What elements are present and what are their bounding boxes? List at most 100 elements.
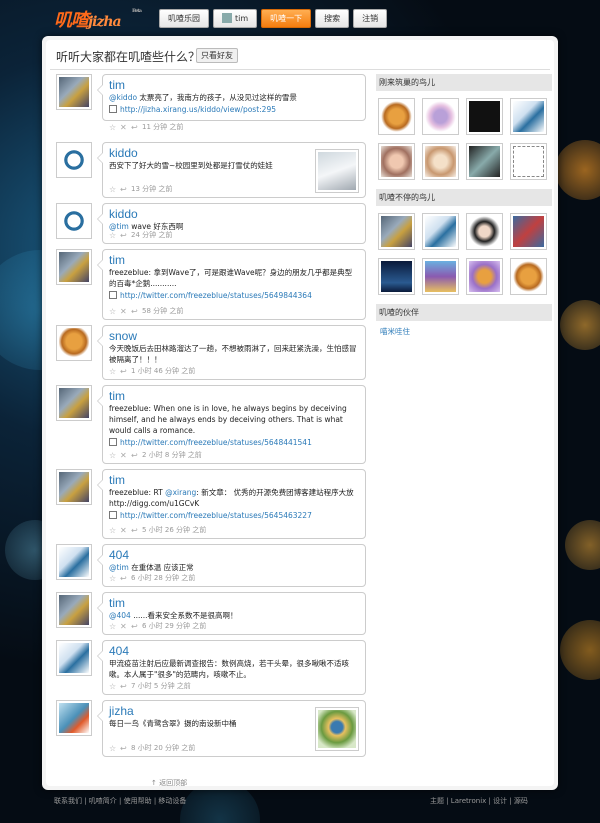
- feed-item: tim @404 ......看来安全系数不是很高啊！ ☆ ✕ ↩ 6 小时 29 分…: [56, 592, 366, 635]
- reply-icon[interactable]: ↩: [131, 452, 139, 460]
- avatar[interactable]: [56, 142, 92, 178]
- post-meta: ☆ ✕ ↩ 2 小时 8 分钟 之前: [109, 450, 202, 460]
- post-time: 24 分钟 之前: [131, 231, 173, 239]
- user-avatar[interactable]: [422, 213, 459, 250]
- feed-item: snow 今天晚饭后去田林路溜达了一趟，不想被雨淋了，回来赶紧洗澡，生怕感冒被隔…: [56, 325, 366, 380]
- post-time: 6 小时 28 分钟 之前: [131, 574, 196, 582]
- post-username[interactable]: 404: [109, 644, 359, 658]
- user-avatar[interactable]: [466, 258, 503, 295]
- nav-profile[interactable]: tim: [213, 9, 258, 28]
- user-avatar[interactable]: [422, 98, 459, 135]
- post-username[interactable]: 404: [109, 548, 359, 562]
- reply-icon[interactable]: ↩: [131, 527, 139, 535]
- mention-link[interactable]: @xirang: [165, 488, 196, 497]
- mention-link[interactable]: @kiddo: [109, 93, 137, 102]
- logo[interactable]: 叽喳jizha Beta: [54, 6, 154, 31]
- star-icon[interactable]: ☆: [109, 452, 117, 460]
- reply-icon[interactable]: ↩: [120, 683, 128, 691]
- star-icon[interactable]: ☆: [109, 623, 117, 631]
- nav-post[interactable]: 叽喳一下: [261, 9, 312, 28]
- reply-icon[interactable]: ↩: [131, 623, 139, 631]
- post-username[interactable]: tim: [109, 473, 359, 487]
- avatar[interactable]: [56, 640, 92, 676]
- avatar[interactable]: [56, 203, 92, 239]
- delete-icon[interactable]: ✕: [120, 124, 128, 132]
- post-link[interactable]: http://twitter.com/freezeblue/statuses/5…: [109, 290, 359, 302]
- star-icon[interactable]: ☆: [109, 308, 117, 316]
- delete-icon[interactable]: ✕: [120, 452, 128, 460]
- user-avatar[interactable]: [378, 143, 415, 180]
- post-username[interactable]: kiddo: [109, 207, 359, 221]
- avatar[interactable]: [56, 592, 92, 628]
- post-username[interactable]: tim: [109, 389, 359, 403]
- post-bubble: tim @kiddo 太票亮了，我南方的孩子，从没见过这样的雪景 http://…: [97, 74, 366, 132]
- post-bubble: kiddo 西安下了好大的雪~校园里到处都是打雪仗的娃娃 ☆ ↩ 13 分钟 之前: [97, 142, 366, 198]
- avatar[interactable]: [56, 249, 92, 285]
- post-meta: ☆ ↩ 1 小时 46 分钟 之前: [109, 366, 195, 376]
- reply-icon[interactable]: ↩: [131, 308, 139, 316]
- delete-icon[interactable]: ✕: [120, 623, 128, 631]
- user-avatar[interactable]: [422, 258, 459, 295]
- footer-credits[interactable]: 主题 | Laretronix | 设计 | 源码: [430, 796, 528, 806]
- avatar[interactable]: [56, 700, 92, 736]
- mention-link[interactable]: @tim: [109, 563, 129, 572]
- avatar[interactable]: [56, 325, 92, 361]
- post-username[interactable]: tim: [109, 253, 359, 267]
- post-image-thumbnail[interactable]: [315, 149, 359, 193]
- user-avatar[interactable]: [466, 213, 503, 250]
- reply-icon[interactable]: ↩: [120, 575, 128, 583]
- user-avatar[interactable]: [378, 258, 415, 295]
- star-icon[interactable]: ☆: [109, 232, 117, 240]
- user-avatar[interactable]: [466, 143, 503, 180]
- footer-links[interactable]: 联系我们 | 叽喳简介 | 使用帮助 | 移动设备: [54, 796, 186, 806]
- avatar[interactable]: [56, 469, 92, 505]
- star-icon[interactable]: ☆: [109, 745, 117, 753]
- feed-item: jizha 每日一鸟《青鹭含翠》摄的南设新中桶 ☆ ↩ 8 小时 20 分钟 之前: [56, 700, 366, 757]
- user-avatar[interactable]: [378, 213, 415, 250]
- post-username[interactable]: tim: [109, 596, 359, 610]
- avatar[interactable]: [56, 74, 92, 110]
- star-icon[interactable]: ☆: [109, 186, 117, 194]
- star-icon[interactable]: ☆: [109, 527, 117, 535]
- post-bubble: snow 今天晚饭后去田林路溜达了一趟，不想被雨淋了，回来赶紧洗澡，生怕感冒被隔…: [97, 325, 366, 380]
- user-avatar[interactable]: [422, 143, 459, 180]
- post-link[interactable]: http://twitter.com/freezeblue/statuses/5…: [109, 437, 359, 449]
- post-image-thumbnail[interactable]: [315, 707, 359, 751]
- user-avatar[interactable]: [510, 143, 547, 180]
- star-icon[interactable]: ☆: [109, 368, 117, 376]
- user-avatar[interactable]: [466, 98, 503, 135]
- post-username[interactable]: tim: [109, 78, 359, 92]
- nav-logout[interactable]: 注销: [353, 9, 388, 28]
- reply-icon[interactable]: ↩: [131, 124, 139, 132]
- post-link[interactable]: http://twitter.com/freezeblue/statuses/5…: [109, 510, 359, 522]
- user-avatar[interactable]: [510, 213, 547, 250]
- delete-icon[interactable]: ✕: [120, 308, 128, 316]
- delete-icon[interactable]: ✕: [120, 527, 128, 535]
- user-avatar[interactable]: [378, 98, 415, 135]
- reply-icon[interactable]: ↩: [120, 186, 128, 194]
- reply-icon[interactable]: ↩: [120, 745, 128, 753]
- post-username[interactable]: snow: [109, 329, 359, 343]
- reply-icon[interactable]: ↩: [120, 368, 128, 376]
- avatar[interactable]: [56, 385, 92, 421]
- back-to-top-link[interactable]: ↑ 返回顶部: [151, 778, 187, 788]
- star-icon[interactable]: ☆: [109, 683, 117, 691]
- user-avatar[interactable]: [510, 258, 547, 295]
- partner-link[interactable]: 喵米哇住: [376, 321, 552, 337]
- new-birds-heading: 刚来筑巢的鸟儿: [376, 74, 552, 91]
- new-birds-grid: [376, 91, 552, 189]
- star-icon[interactable]: ☆: [109, 575, 117, 583]
- reply-icon[interactable]: ↩: [120, 232, 128, 240]
- link-icon: [109, 291, 117, 299]
- mention-link[interactable]: @404: [109, 611, 131, 620]
- nav-search[interactable]: 搜索: [315, 9, 350, 28]
- post-text: 每日一鸟《青鹭含翠》摄的南设新中桶: [109, 719, 237, 728]
- friends-only-filter[interactable]: 只看好友: [196, 48, 238, 63]
- post-bubble: kiddo @tim wave 好东西啊 ☆ ↩ 24 分钟 之前: [97, 203, 366, 244]
- nav-playground[interactable]: 叽喳乐园: [159, 9, 209, 28]
- post-link[interactable]: http://jizha.xirang.us/kiddo/view/post:2…: [109, 104, 359, 116]
- user-avatar[interactable]: [510, 98, 547, 135]
- link-icon: [109, 511, 117, 519]
- star-icon[interactable]: ☆: [109, 124, 117, 132]
- avatar[interactable]: [56, 544, 92, 580]
